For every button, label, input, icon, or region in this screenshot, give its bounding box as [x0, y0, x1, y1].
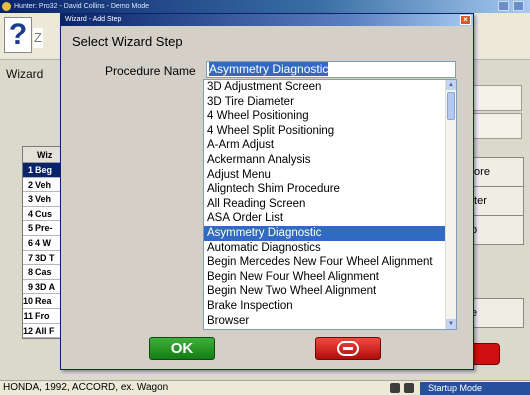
wizard-row-text: Cus	[35, 208, 53, 219]
stop-icon	[337, 341, 359, 356]
procedure-name-value: Asymmetry Diagnostic	[209, 62, 329, 76]
procedure-list-item[interactable]: Adjust Menu	[204, 168, 446, 183]
wizard-row-number: 8	[27, 267, 33, 278]
wizard-table-row[interactable]: 9 3D A	[23, 280, 61, 295]
wizard-row-number: 10	[23, 296, 34, 307]
statusbar: HONDA, 1992, ACCORD, ex. Wagon Startup M…	[0, 380, 530, 395]
scroll-down-icon[interactable]: ▼	[446, 319, 456, 329]
wizard-table-row[interactable]: 1 Beg	[23, 163, 61, 178]
procedure-list-item[interactable]: 4 Wheel Positioning	[204, 109, 446, 124]
procedure-list-item[interactable]: All Reading Screen	[204, 197, 446, 212]
listbox-scrollbar[interactable]: ▲ ▼	[445, 80, 456, 329]
right-field-2	[466, 113, 522, 139]
add-step-dialog: Wizard - Add Step × Select Wizard Step P…	[60, 13, 474, 370]
wizard-row-text: Veh	[35, 194, 52, 205]
wizard-row-number: 4	[27, 208, 33, 219]
wizard-row-number: 9	[27, 281, 33, 292]
procedure-list-item[interactable]: Asymmetry Diagnostic	[204, 225, 446, 241]
wizard-table-row[interactable]: 11 Fro	[23, 309, 61, 324]
dialog-close-icon[interactable]: ×	[460, 15, 471, 25]
wizard-table-row[interactable]: 64 W	[23, 236, 61, 251]
dialog-heading: Select Wizard Step	[72, 34, 183, 49]
app-titlebar: Hunter: Pro32 - David Collins - Demo Mod…	[0, 0, 530, 13]
wizard-table-header: Wiz	[23, 147, 61, 163]
wizard-row-text: All F	[35, 325, 55, 336]
procedure-list-item[interactable]: Begin New Two Wheel Alignment	[204, 284, 446, 299]
wizard-row-number: 1	[27, 165, 33, 175]
wizard-row-number: 11	[23, 310, 33, 321]
status-monitor-icon	[404, 383, 414, 393]
wizard-row-text: 3D T	[35, 252, 55, 263]
scroll-up-icon[interactable]: ▲	[446, 80, 456, 90]
wizard-row-text: Beg	[35, 165, 53, 175]
wizard-row-number: 2	[27, 179, 33, 190]
wizard-row-text: Veh	[35, 179, 52, 190]
cancel-button[interactable]	[315, 337, 381, 360]
wizard-row-text: 3D A	[35, 281, 56, 292]
dialog-titlebar: Wizard - Add Step ×	[61, 14, 473, 26]
procedure-list-item[interactable]: 3D Adjustment Screen	[204, 80, 446, 95]
app-cancel-button-peek[interactable]	[470, 343, 500, 365]
mode-status: Startup Mode	[420, 382, 530, 395]
wizard-table-row[interactable]: 8 Cas	[23, 265, 61, 280]
wizard-row-text: Fro	[35, 310, 50, 321]
app-title: Hunter: Pro32 - David Collins - Demo Mod…	[14, 3, 149, 10]
procedure-list-item[interactable]: ASA Order List	[204, 211, 446, 226]
procedure-list-item[interactable]: Browser	[204, 314, 446, 329]
toolbar-peek-text: Z	[33, 28, 43, 48]
wizard-table-row[interactable]: 3 Veh	[23, 192, 61, 207]
procedure-name-input[interactable]: Asymmetry Diagnostic	[206, 61, 456, 78]
close-app-icon[interactable]	[513, 1, 524, 11]
status-person-icon	[390, 383, 400, 393]
scroll-thumb[interactable]	[447, 92, 455, 120]
procedure-listbox[interactable]: 3D Adjustment Screen 3D Tire Diameter 4 Wh…	[203, 79, 457, 330]
wizard-table-row[interactable]: 5 Pre-	[23, 221, 61, 236]
wizard-row-text: Pre-	[35, 223, 53, 234]
procedure-list-item[interactable]: Automatic Diagnostics	[204, 241, 446, 256]
wizard-table-row[interactable]: 4 Cus	[23, 207, 61, 222]
minimize-icon[interactable]	[498, 1, 509, 11]
wizard-row-text: 4 W	[35, 237, 52, 248]
wizard-table-row[interactable]: 10 Rea	[23, 294, 61, 309]
vehicle-status: HONDA, 1992, ACCORD, ex. Wagon	[3, 382, 169, 393]
wizard-table-row[interactable]: 12 All F	[23, 324, 61, 339]
wizard-row-number: 12	[23, 325, 34, 336]
wizard-row-text: Cas	[35, 267, 52, 278]
app-logo-icon	[2, 2, 11, 11]
wizard-row-number: 6	[27, 237, 33, 248]
ok-button[interactable]: OK	[149, 337, 215, 360]
procedure-list-item[interactable]: Brake Inspection	[204, 299, 446, 314]
help-button[interactable]: ?	[4, 17, 32, 53]
procedure-list-item[interactable]: 3D Tire Diameter	[204, 95, 446, 110]
procedure-list-item[interactable]: 4 Wheel Split Positioning	[204, 124, 446, 139]
wizard-table-row[interactable]: 7 3D T	[23, 251, 61, 266]
procedure-list-item[interactable]: Begin Mercedes New Four Wheel Alignment	[204, 255, 446, 270]
wizard-steps-table[interactable]: Wiz 1 Beg 2 Veh 3 Veh 4 Cus 5 Pre- 6 4 W 7 3D T 8 Cas 9 3…	[22, 146, 62, 340]
wizard-row-number: 3	[27, 194, 33, 205]
procedure-list-item[interactable]: Camber at 0 Toe	[204, 328, 446, 329]
wizard-table-row[interactable]: 2 Veh	[23, 178, 61, 193]
procedure-list-item[interactable]: Ackermann Analysis	[204, 153, 446, 168]
wizard-row-number: 5	[27, 223, 33, 234]
procedure-list-item[interactable]: Aligntech Shim Procedure	[204, 182, 446, 197]
wizard-row-number: 7	[27, 252, 33, 263]
wizard-label: Wizard	[6, 67, 44, 81]
wizard-row-text: Rea	[35, 296, 52, 307]
dialog-title: Wizard - Add Step	[65, 16, 122, 23]
procedure-name-label: Procedure Name	[105, 64, 196, 78]
right-field-1	[466, 85, 522, 111]
procedure-list-item[interactable]: Begin New Four Wheel Alignment	[204, 270, 446, 285]
procedure-list-item[interactable]: A-Arm Adjust	[204, 138, 446, 153]
